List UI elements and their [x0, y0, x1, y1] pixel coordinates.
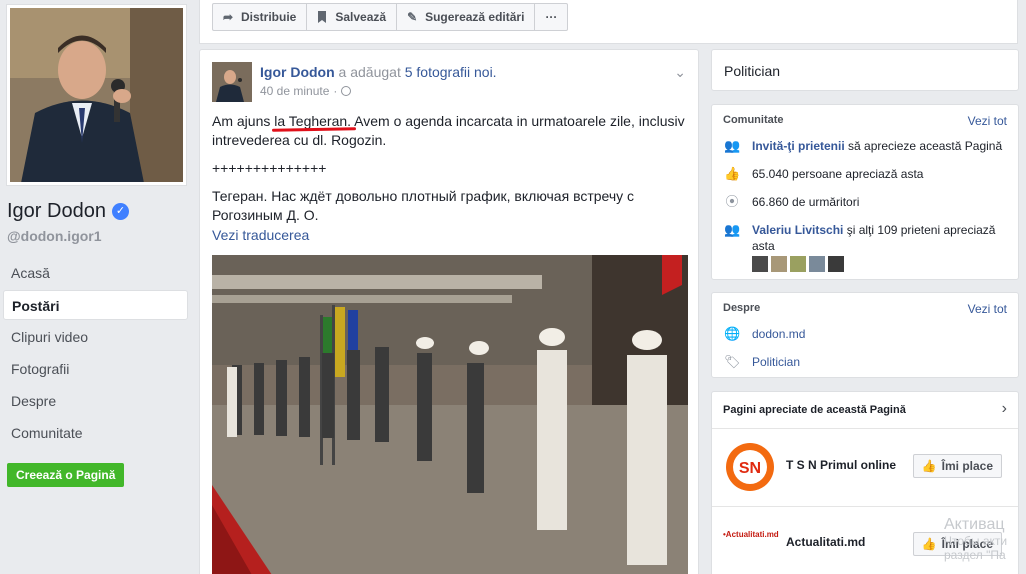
watermark-line: Активац — [944, 516, 1005, 533]
followers-count: 66.860 de urmăritori — [752, 195, 860, 209]
friends-like-row: 👥 Valeriu Livitschi şi alţi 109 prieteni… — [724, 222, 1004, 254]
community-card: Comunitate Vezi tot 👥 Invită-ţi prieteni… — [711, 104, 1019, 280]
post-author-avatar[interactable] — [212, 62, 252, 102]
like-page-button[interactable]: 👍 Îmi place — [912, 454, 1002, 478]
nav-item-community[interactable]: Comunitate — [3, 418, 188, 448]
friend-avatar[interactable] — [771, 256, 787, 272]
nav-item-about[interactable]: Despre — [3, 386, 188, 416]
about-title: Despre — [723, 302, 761, 314]
actualitati-logo[interactable]: •Actualitati.md — [723, 530, 779, 539]
more-options-button[interactable]: ··· — [534, 3, 569, 31]
tsn-logo[interactable]: SN — [723, 440, 777, 494]
thumbs-up-icon: 👍 — [724, 166, 741, 181]
likes-count: 65.040 persoane apreciază asta — [752, 167, 924, 181]
post-action-text: a adăugat — [338, 64, 401, 80]
community-title: Comunitate — [723, 114, 784, 126]
likes-row: 👍 65.040 persoane apreciază asta — [724, 166, 923, 182]
honor-guard-photo — [212, 255, 688, 574]
thumbs-up-icon: 👍 — [921, 459, 937, 473]
liked-pages-title[interactable]: Pagini apreciate de această Pagină — [723, 404, 906, 416]
website-row: 🌐 dodon.md — [724, 326, 805, 342]
invite-friends-rest: să aprecieze această Pagină — [848, 139, 1003, 153]
nav-item-photos[interactable]: Fotografii — [3, 354, 188, 384]
friends-icon: 👥 — [724, 222, 741, 237]
post-header: Igor Dodon a adăugat 5 fotografii noi. — [260, 64, 497, 80]
post-author-name[interactable]: Igor Dodon — [260, 64, 335, 80]
post-photos-link[interactable]: 5 fotografii noi. — [405, 64, 497, 80]
liked-page-name[interactable]: T S N Primul online — [786, 458, 896, 472]
friend-name-link[interactable]: Valeriu Livitschi — [752, 223, 843, 237]
tag-icon: 🏷 — [724, 354, 741, 369]
friend-avatar[interactable] — [828, 256, 844, 272]
chevron-right-icon[interactable]: › — [1002, 400, 1007, 418]
page-name[interactable]: Igor Dodon ✓ — [7, 200, 129, 223]
nav-item-home[interactable]: Acasă — [3, 258, 188, 288]
nav-item-videos[interactable]: Clipuri video — [3, 322, 188, 352]
website-link[interactable]: dodon.md — [752, 326, 805, 342]
suggest-edits-label: Sugerează editări — [425, 10, 525, 24]
globe-icon: 🌐 — [724, 326, 741, 341]
page-action-bar: ➦ Distribuie Salvează ✎ Sugerează edităr… — [199, 0, 1018, 44]
post-options-chevron-icon[interactable]: ⌄ — [674, 64, 686, 81]
divider — [712, 428, 1018, 429]
invite-friends-text: Invită-ţi prietenii să aprecieze această… — [752, 138, 1002, 154]
friends-avatars — [752, 256, 844, 272]
see-translation-link[interactable]: Vezi traducerea — [212, 227, 309, 243]
watermark-line: раздел "Па — [944, 548, 1006, 562]
thumbs-up-icon: 👍 — [921, 537, 937, 551]
post-photo[interactable] — [212, 255, 688, 574]
invite-friends-link[interactable]: Invită-ţi prietenii — [752, 139, 845, 153]
share-label: Distribuie — [241, 10, 297, 24]
liked-page-name[interactable]: Actualitati.md — [786, 535, 865, 549]
share-arrow-icon: ➦ — [223, 10, 234, 24]
invite-friends-row: 👥 Invită-ţi prietenii să aprecieze aceas… — [724, 138, 1002, 154]
nav-item-posts[interactable]: Postări — [3, 290, 188, 320]
about-category-row: 🏷 Politician — [724, 354, 800, 370]
share-button[interactable]: ➦ Distribuie — [212, 3, 308, 31]
create-page-button[interactable]: Creează o Pagină — [7, 463, 125, 487]
suggest-edits-button[interactable]: ✎ Sugerează editări — [396, 3, 536, 31]
friend-avatar[interactable] — [752, 256, 768, 272]
post-timestamp[interactable]: 40 de minute · — [260, 84, 352, 98]
about-see-all-link[interactable]: Vezi tot — [968, 302, 1007, 316]
bookmark-icon — [317, 11, 329, 23]
friend-avatar[interactable] — [809, 256, 825, 272]
windows-activation-watermark: Активац Чтобы акти раздел "Па — [944, 516, 1007, 562]
dot-separator: · — [333, 84, 338, 98]
people-icon: 👥 — [724, 138, 741, 153]
pencil-icon: ✎ — [407, 10, 418, 24]
friend-avatar[interactable] — [790, 256, 806, 272]
page-handle[interactable]: @dodon.igor1 — [7, 228, 102, 244]
friends-like-text: Valeriu Livitschi şi alţi 109 prieteni a… — [752, 222, 1004, 254]
followers-row: ⦿ 66.860 de urmăritori — [724, 194, 859, 210]
page-name-text[interactable]: Igor Dodon — [7, 200, 106, 223]
page-nav: Acasă Postări Clipuri video Fotografii D… — [3, 258, 188, 450]
more-label: ··· — [545, 10, 558, 24]
profile-picture[interactable] — [7, 5, 186, 185]
post-text-russian: Тегеран. Нас ждёт довольно плотный графи… — [212, 188, 635, 223]
category-card: Politician — [711, 49, 1019, 91]
about-card: Despre Vezi tot 🌐 dodon.md 🏷 Politician — [711, 292, 1019, 378]
svg-text:SN: SN — [739, 460, 761, 477]
public-globe-icon — [341, 86, 352, 96]
post-card: Igor Dodon a adăugat 5 fotografii noi. 4… — [199, 49, 699, 574]
post-text-separator: ++++++++++++++ — [212, 160, 327, 176]
like-button-label: Îmi place — [941, 459, 993, 473]
liked-page-item: SN — [723, 440, 777, 494]
save-label: Salvează — [335, 10, 387, 24]
verified-badge-icon: ✓ — [111, 203, 129, 220]
watermark-line: Чтобы акти — [944, 534, 1008, 548]
save-button[interactable]: Salvează — [306, 3, 398, 31]
rss-icon: ⦿ — [725, 194, 739, 209]
left-sidebar: Igor Dodon ✓ @dodon.igor1 Acasă Postări … — [0, 0, 196, 574]
community-see-all-link[interactable]: Vezi tot — [968, 114, 1007, 128]
post-text-ro-start: Am ajuns — [212, 113, 275, 129]
about-category-link[interactable]: Politician — [752, 354, 800, 370]
category-label[interactable]: Politician — [724, 63, 780, 79]
post-time-text[interactable]: 40 de minute — [260, 84, 329, 98]
divider — [712, 506, 1018, 507]
liked-page-item: •Actualitati.md — [723, 530, 779, 539]
